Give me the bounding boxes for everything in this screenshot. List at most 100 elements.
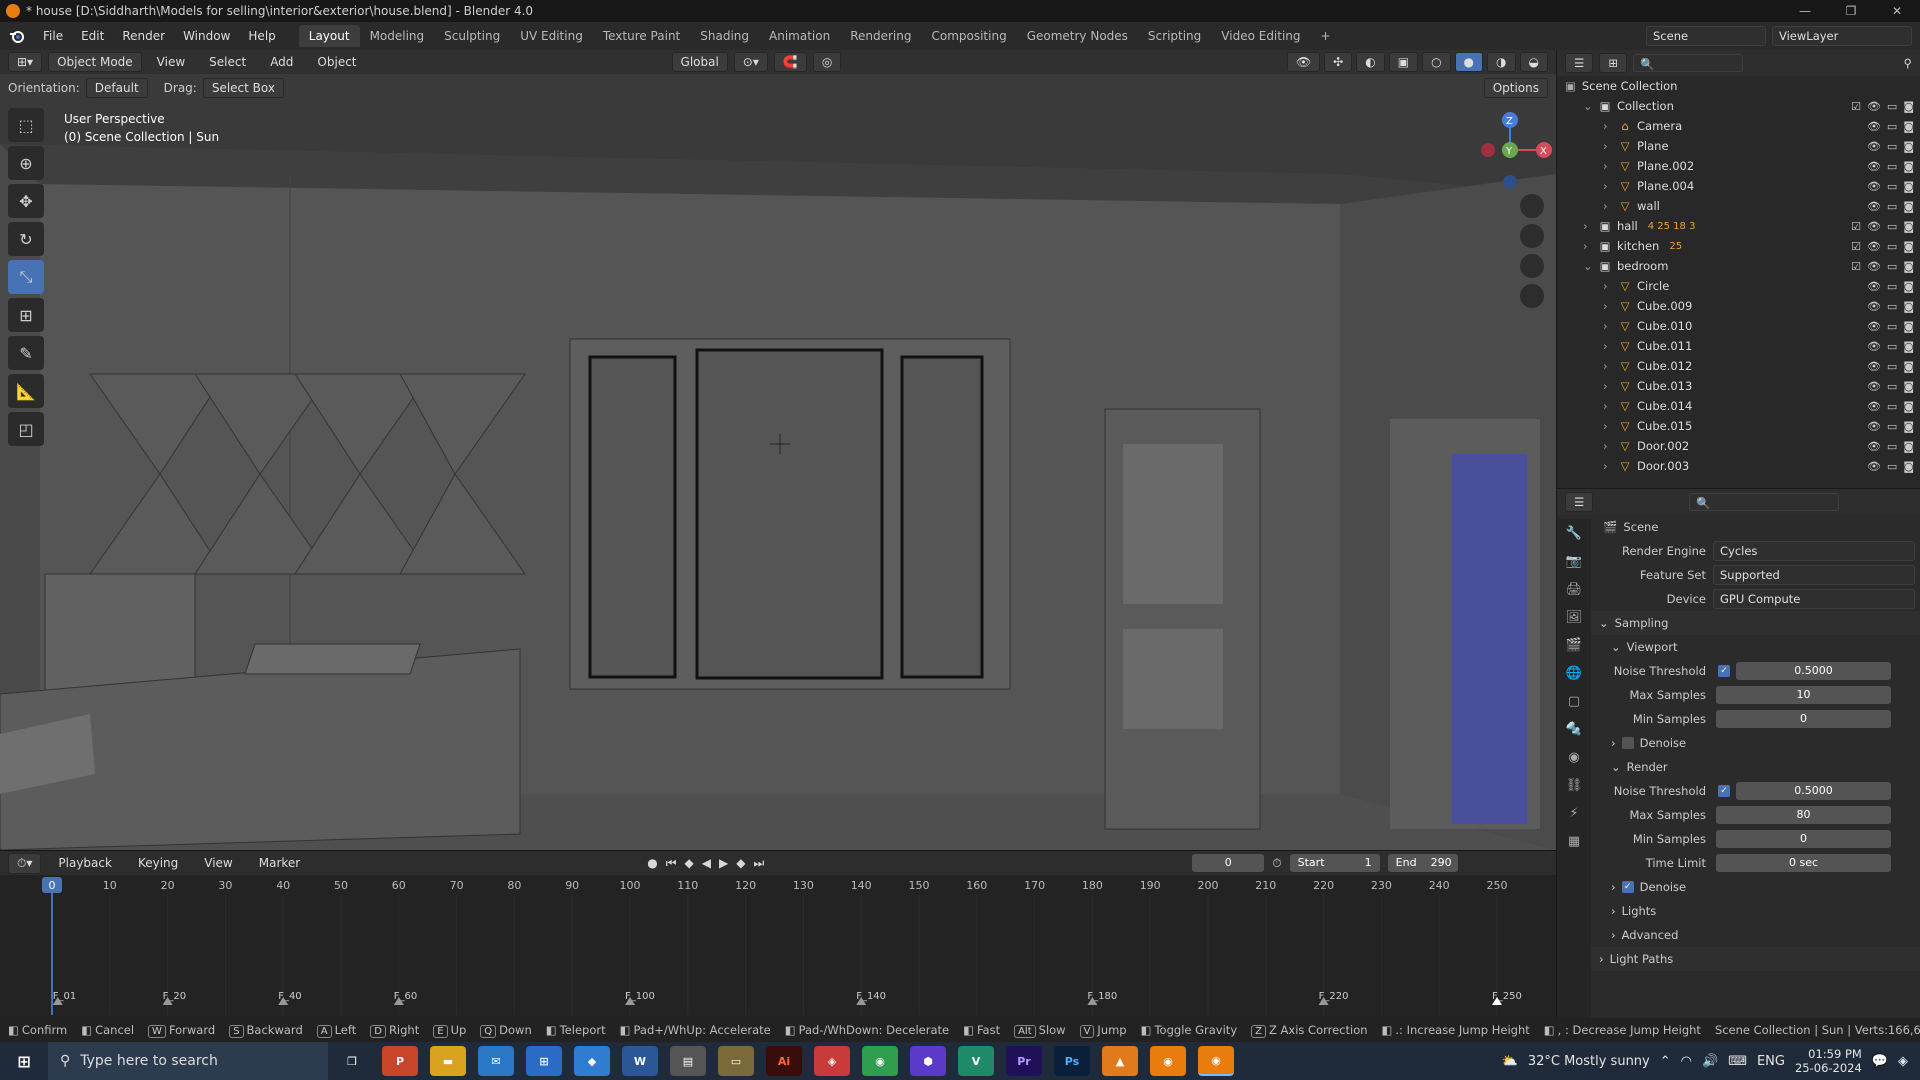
render-camera-icon[interactable]: ◙ [1903,380,1914,393]
outliner-item[interactable]: › ▽ Plane 👁 ▭ ◙ [1557,136,1920,156]
render-tab-icon[interactable]: 📷 [1557,547,1591,575]
scene-tab-icon[interactable]: 🎬 [1557,631,1591,659]
wifi-icon[interactable]: ◠ [1681,1054,1692,1069]
orientation-dropdown[interactable]: Default [85,78,148,98]
expand-chevron-icon[interactable]: ⌄ [1583,259,1595,273]
display-mode-icon[interactable]: ⊞ [1599,53,1627,73]
jump-end-icon[interactable]: ⏭ [753,856,764,871]
viewport-max-samples-field[interactable]: 10 [1716,686,1891,704]
data-tab-icon[interactable]: ⚡ [1557,799,1591,827]
viewport-monitor-icon[interactable]: ▭ [1887,120,1897,133]
move-tool-icon[interactable]: ✥ [8,184,44,218]
exclude-checkbox-icon[interactable]: ☑ [1851,260,1861,273]
render-camera-icon[interactable]: ◙ [1903,460,1914,473]
volume-icon[interactable]: 🔊 [1702,1054,1718,1069]
jump-start-icon[interactable]: ⏮ [666,856,677,871]
select-menu[interactable]: Select [200,55,255,69]
physics-tab-icon[interactable]: ◉ [1557,743,1591,771]
world-tab-icon[interactable]: 🌐 [1557,659,1591,687]
visibility-eye-icon[interactable]: 👁 [1867,140,1881,153]
exclude-checkbox-icon[interactable]: ☑ [1851,240,1861,253]
drag-dropdown[interactable]: Select Box [202,78,284,98]
viewport-monitor-icon[interactable]: ▭ [1887,240,1897,253]
render-camera-icon[interactable]: ◙ [1903,240,1914,253]
rotate-tool-icon[interactable]: ↻ [8,222,44,256]
render-camera-icon[interactable]: ◙ [1903,280,1914,293]
pivot-point-dropdown[interactable]: ⊙▾ [733,52,768,72]
expand-chevron-icon[interactable]: › [1583,239,1595,253]
app-icon[interactable]: ▤ [670,1046,706,1076]
render-camera-icon[interactable]: ◙ [1903,100,1914,113]
material-shading-icon[interactable]: ◑ [1487,52,1516,72]
file-explorer-icon[interactable]: ▬ [430,1046,466,1076]
render-camera-icon[interactable]: ◙ [1903,420,1914,433]
sampling-panel-header[interactable]: ⌄ Sampling [1591,611,1920,635]
lights-subpanel-header[interactable]: › Lights [1591,899,1920,923]
gizmo-toggle-icon[interactable]: ✣ [1324,52,1353,72]
wireframe-shading-icon[interactable]: ○ [1422,52,1451,72]
render-camera-icon[interactable]: ◙ [1903,400,1914,413]
expand-chevron-icon[interactable]: › [1603,159,1615,173]
3d-viewport[interactable] [0,74,1556,850]
illustrator-icon[interactable]: Ai [766,1046,802,1076]
viewport-monitor-icon[interactable]: ▭ [1887,200,1897,213]
end-frame-field[interactable]: End 290 [1387,854,1458,872]
expand-chevron-icon[interactable]: ⌄ [1583,99,1595,113]
visibility-toggle-icon[interactable]: 👁 [1286,52,1321,72]
render-camera-icon[interactable]: ◙ [1903,140,1914,153]
render-camera-icon[interactable]: ◙ [1903,220,1914,233]
render-camera-icon[interactable]: ◙ [1903,340,1914,353]
copilot-icon[interactable]: ◈ [1898,1054,1908,1069]
light-paths-panel-header[interactable]: › Light Paths [1591,947,1920,971]
render-min-samples-field[interactable]: 0 [1716,830,1891,848]
expand-chevron-icon[interactable]: › [1603,439,1615,453]
mail-icon[interactable]: ✉ [478,1046,514,1076]
measure-tool-icon[interactable]: 📐 [8,374,44,408]
premiere-icon[interactable]: Pr [1006,1046,1042,1076]
visibility-eye-icon[interactable]: 👁 [1867,120,1881,133]
keying-menu[interactable]: Keying [129,856,187,870]
rendered-shading-icon[interactable]: ◒ [1519,52,1548,72]
tool-tab-icon[interactable]: 🔧 [1557,519,1591,547]
keyboard-icon[interactable]: ⌨ [1728,1054,1747,1069]
workspace-tab-geometry-nodes[interactable]: Geometry Nodes [1017,25,1138,47]
ortho-grid-icon[interactable] [1520,284,1544,308]
render-denoise-row[interactable]: › ✓ Denoise [1591,875,1920,899]
outliner-item[interactable]: › ▽ Circle 👁 ▭ ◙ [1557,276,1920,296]
render-camera-icon[interactable]: ◙ [1903,320,1914,333]
proportional-edit-toggle[interactable]: ◎ [812,52,842,72]
minimize-button[interactable]: — [1782,0,1828,22]
visibility-eye-icon[interactable]: 👁 [1867,320,1881,333]
store-icon[interactable]: ⊞ [526,1046,562,1076]
expand-chevron-icon[interactable]: › [1603,119,1615,133]
visibility-eye-icon[interactable]: 👁 [1867,340,1881,353]
exclude-checkbox-icon[interactable]: ☑ [1851,220,1861,233]
pan-hand-icon[interactable] [1520,224,1544,248]
overlay-toggle-icon[interactable]: ◐ [1356,52,1385,72]
transform-tool-icon[interactable]: ⊞ [8,298,44,332]
blender-menu-icon[interactable] [6,25,28,47]
outliner-item[interactable]: › ▽ Cube.011 👁 ▭ ◙ [1557,336,1920,356]
workspace-tab-modeling[interactable]: Modeling [360,25,435,47]
vlc-icon[interactable]: ▲ [1102,1046,1138,1076]
render-camera-icon[interactable]: ◙ [1903,160,1914,173]
visibility-eye-icon[interactable]: 👁 [1867,220,1881,233]
render-noise-field[interactable]: 0.5000 [1736,782,1891,800]
outliner-item[interactable]: › ▣ hall 4 25 18 3 ☑ 👁 ▭ ◙ [1557,216,1920,236]
app-icon[interactable]: V [958,1046,994,1076]
powerpoint-icon[interactable]: P [382,1046,418,1076]
visibility-eye-icon[interactable]: 👁 [1867,440,1881,453]
viewport-denoise-checkbox[interactable] [1621,737,1634,749]
expand-chevron-icon[interactable]: › [1603,199,1615,213]
object-menu[interactable]: Object [308,55,365,69]
app-icon[interactable]: ▭ [718,1046,754,1076]
windows-start-icon[interactable]: ⊞ [6,1046,42,1076]
visibility-eye-icon[interactable]: 👁 [1867,240,1881,253]
render-camera-icon[interactable]: ◙ [1903,360,1914,373]
select-box-tool-icon[interactable]: ⬚ [8,108,44,142]
xray-toggle-icon[interactable]: ▣ [1388,52,1419,72]
outliner-item[interactable]: › ⌂ Camera 👁 ▭ ◙ [1557,116,1920,136]
options-dropdown[interactable]: Options [1483,78,1548,98]
expand-chevron-icon[interactable]: › [1583,219,1595,233]
render-camera-icon[interactable]: ◙ [1903,300,1914,313]
